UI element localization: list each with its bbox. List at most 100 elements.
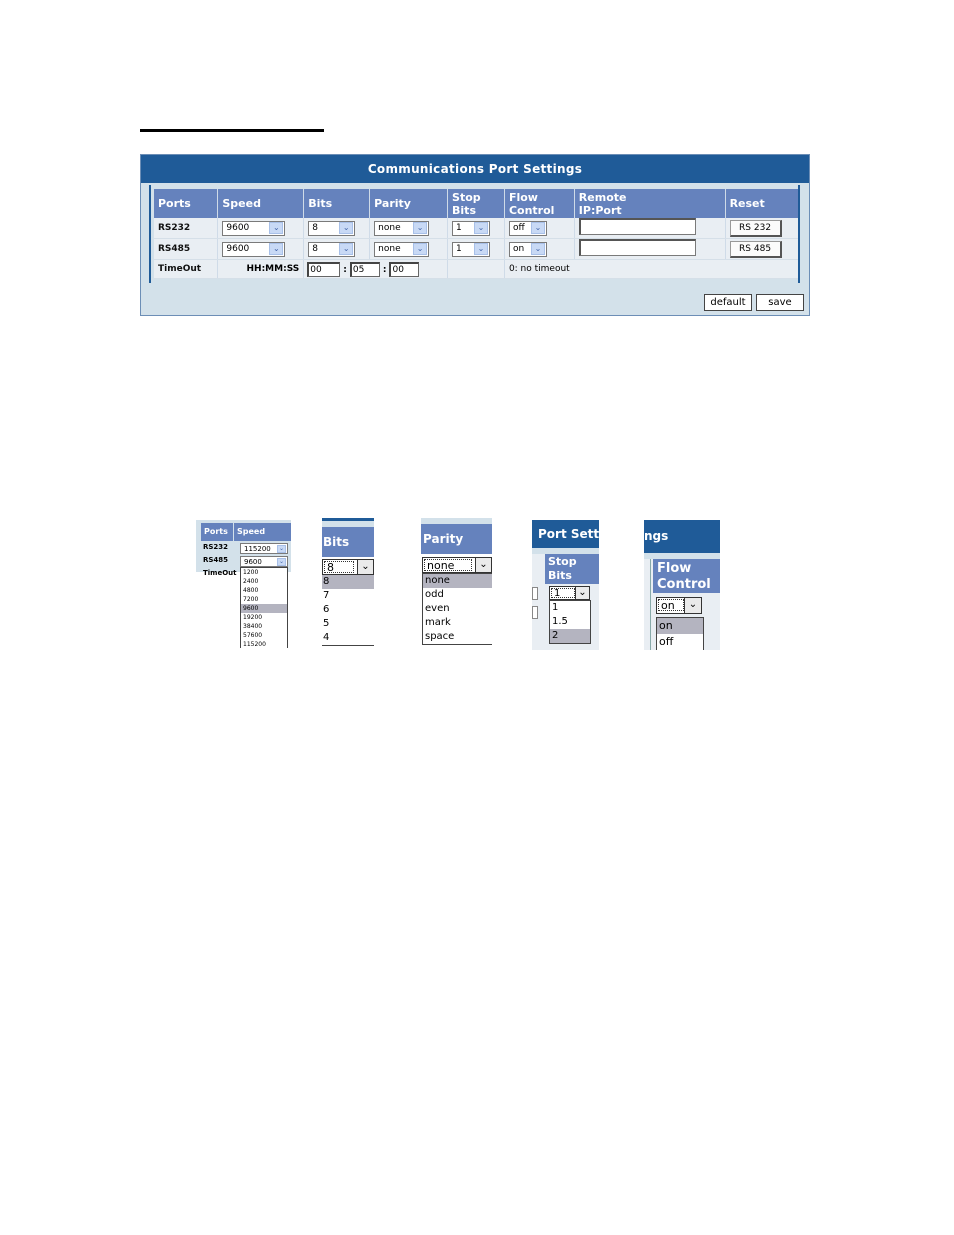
timeout-minutes-input[interactable]: 05 [349, 261, 380, 277]
timeout-hours-input[interactable]: 00 [307, 261, 341, 277]
dropdown-option[interactable]: off [657, 634, 703, 650]
header-line: Flow [657, 561, 692, 576]
dropdown-option[interactable]: 4800 [241, 586, 287, 595]
header-line: IP:Port [578, 203, 622, 217]
timeout-seconds-input[interactable]: 00 [389, 261, 420, 277]
port-name: RS485 [154, 238, 219, 260]
speed-select[interactable]: 115200 ⌄ [240, 543, 288, 554]
bits-select-open[interactable]: 8 ⌄ [322, 559, 374, 575]
bits-options-list: 8 7 6 5 4 [322, 575, 374, 646]
save-button[interactable]: save [756, 294, 804, 311]
dropdown-option[interactable]: 1200 [241, 568, 287, 577]
chevron-down-icon: ⌄ [474, 243, 489, 255]
table-row: RS232 9600 ⌄ 8 ⌄ none ⌄ 1 ⌄ off ⌄ RS 232 [154, 218, 798, 239]
dropdown-option[interactable]: 57600 [241, 631, 287, 640]
time-separator: : [382, 264, 387, 275]
select-value: none [424, 559, 472, 571]
dropdown-option[interactable]: 7 [322, 589, 374, 603]
panel-title: Communications Port Settings [141, 155, 809, 183]
port-name: RS232 [154, 218, 219, 239]
col-header-stop-bits: Stop Bits [545, 554, 599, 584]
dropdown-option-highlighted[interactable]: on [657, 618, 703, 634]
select-value: 115200 [244, 544, 271, 553]
dropdown-option-highlighted[interactable]: 9600 [241, 604, 287, 613]
parity-options-list: none odd even mark space [422, 573, 492, 645]
col-header-reset: Reset [725, 189, 798, 218]
col-header-parity: Parity [421, 524, 492, 554]
select-value: none [378, 223, 401, 233]
select-value: 1 [551, 588, 575, 599]
chevron-down-icon: ⌄ [339, 222, 354, 234]
header-line: Stop [548, 555, 577, 568]
chevron-down-icon: ⌄ [413, 222, 428, 234]
col-header-parity: Parity [369, 189, 449, 218]
speed-options-list: 1200 2400 4800 7200 9600 19200 38400 576… [240, 567, 288, 648]
table-header-row: Ports Speed Bits Parity Stop Bits Flow Con… [154, 189, 798, 218]
parity-select[interactable]: none ⌄ [374, 241, 430, 257]
dropdown-option[interactable]: even [423, 602, 492, 616]
dropdown-option[interactable]: 2400 [241, 577, 287, 586]
select-value: 9600 [226, 223, 250, 233]
dropdown-option[interactable]: 1 [550, 601, 590, 615]
col-header-bits: Bits [303, 189, 371, 218]
chevron-down-icon: ⌄ [269, 243, 284, 255]
chevron-down-icon: ⌄ [475, 558, 491, 572]
speed-select[interactable]: 9600 ⌄ [222, 241, 286, 257]
dropdown-option[interactable]: 1.5 [550, 615, 590, 629]
dropdown-option[interactable]: 5 [322, 617, 374, 631]
reset-rs232-button[interactable]: RS 232 [729, 219, 782, 237]
select-value: 9600 [226, 244, 250, 254]
header-line: Bits [452, 203, 476, 217]
remote-ip-port-input[interactable] [578, 218, 696, 235]
col-header-bits: Bits [322, 527, 374, 557]
select-value: 8 [312, 244, 318, 254]
select-value: off [512, 223, 525, 233]
parity-dropdown-example: Parity none ⌄ none odd even mark space [421, 518, 492, 650]
stop-bits-select[interactable]: 1 ⌄ [452, 241, 491, 257]
panel-title-fragment: ngs [644, 520, 720, 553]
flow-control-select[interactable]: on ⌄ [508, 241, 547, 257]
stop-bits-select-open[interactable]: 1 ⌄ [549, 586, 590, 600]
dropdown-option[interactable]: odd [423, 588, 492, 602]
chevron-down-icon: ⌄ [269, 222, 284, 234]
parity-select-open[interactable]: none ⌄ [422, 557, 492, 573]
select-value: 1 [456, 244, 462, 254]
table-row: RS485 9600 ⌄ 8 ⌄ none ⌄ 1 ⌄ on ⌄ RS 485 [154, 238, 798, 260]
col-header-speed: Speed [217, 189, 305, 218]
header-line: Stop [452, 190, 481, 204]
parity-select[interactable]: none ⌄ [374, 220, 430, 236]
dropdown-option[interactable]: mark [423, 616, 492, 630]
dropdown-option[interactable]: space [423, 630, 492, 644]
dropdown-option[interactable]: 38400 [241, 622, 287, 631]
dropdown-option[interactable]: 115200 [241, 640, 287, 648]
reset-rs485-button[interactable]: RS 485 [729, 240, 782, 258]
bits-select[interactable]: 8 ⌄ [308, 241, 356, 257]
bits-dropdown-example: Bits 8 ⌄ 8 7 6 5 4 [322, 518, 374, 648]
dropdown-option[interactable]: 4 [322, 631, 374, 645]
speed-dropdown-example: Ports Speed RS232 RS485 TimeOut 115200 ⌄ … [196, 520, 291, 648]
default-button[interactable]: default [704, 294, 752, 311]
speed-select[interactable]: 9600 ⌄ [222, 220, 286, 236]
dropdown-option-highlighted[interactable]: 2 [550, 629, 590, 643]
flow-control-select-open[interactable]: on ⌄ [656, 597, 702, 614]
bits-select[interactable]: 8 ⌄ [308, 220, 356, 236]
port-name: RS232 [203, 543, 229, 551]
timeout-label: TimeOut [154, 259, 219, 279]
stop-bits-select[interactable]: 1 ⌄ [452, 220, 491, 236]
dropdown-option[interactable]: 6 [322, 603, 374, 617]
stop-bits-options-list: 1 1.5 2 [549, 600, 591, 644]
chevron-down-icon: ⌄ [474, 222, 489, 234]
remote-ip-port-input[interactable] [578, 239, 696, 256]
select-value: 8 [312, 223, 318, 233]
header-line: Control [657, 577, 711, 592]
flow-control-select[interactable]: off ⌄ [508, 220, 547, 236]
dropdown-option[interactable]: 7200 [241, 595, 287, 604]
settings-table-frame: Ports Speed Bits Parity Stop Bits Flow Con… [149, 185, 800, 283]
select-value: 1 [456, 223, 462, 233]
chevron-down-icon: ⌄ [277, 557, 286, 566]
col-header-flow-control: Flow Control [504, 189, 575, 218]
dropdown-option[interactable]: 19200 [241, 613, 287, 622]
dropdown-option-highlighted[interactable]: 8 [322, 575, 374, 589]
speed-select-open[interactable]: 9600 ⌄ [240, 556, 288, 567]
dropdown-option-highlighted[interactable]: none [423, 574, 492, 588]
